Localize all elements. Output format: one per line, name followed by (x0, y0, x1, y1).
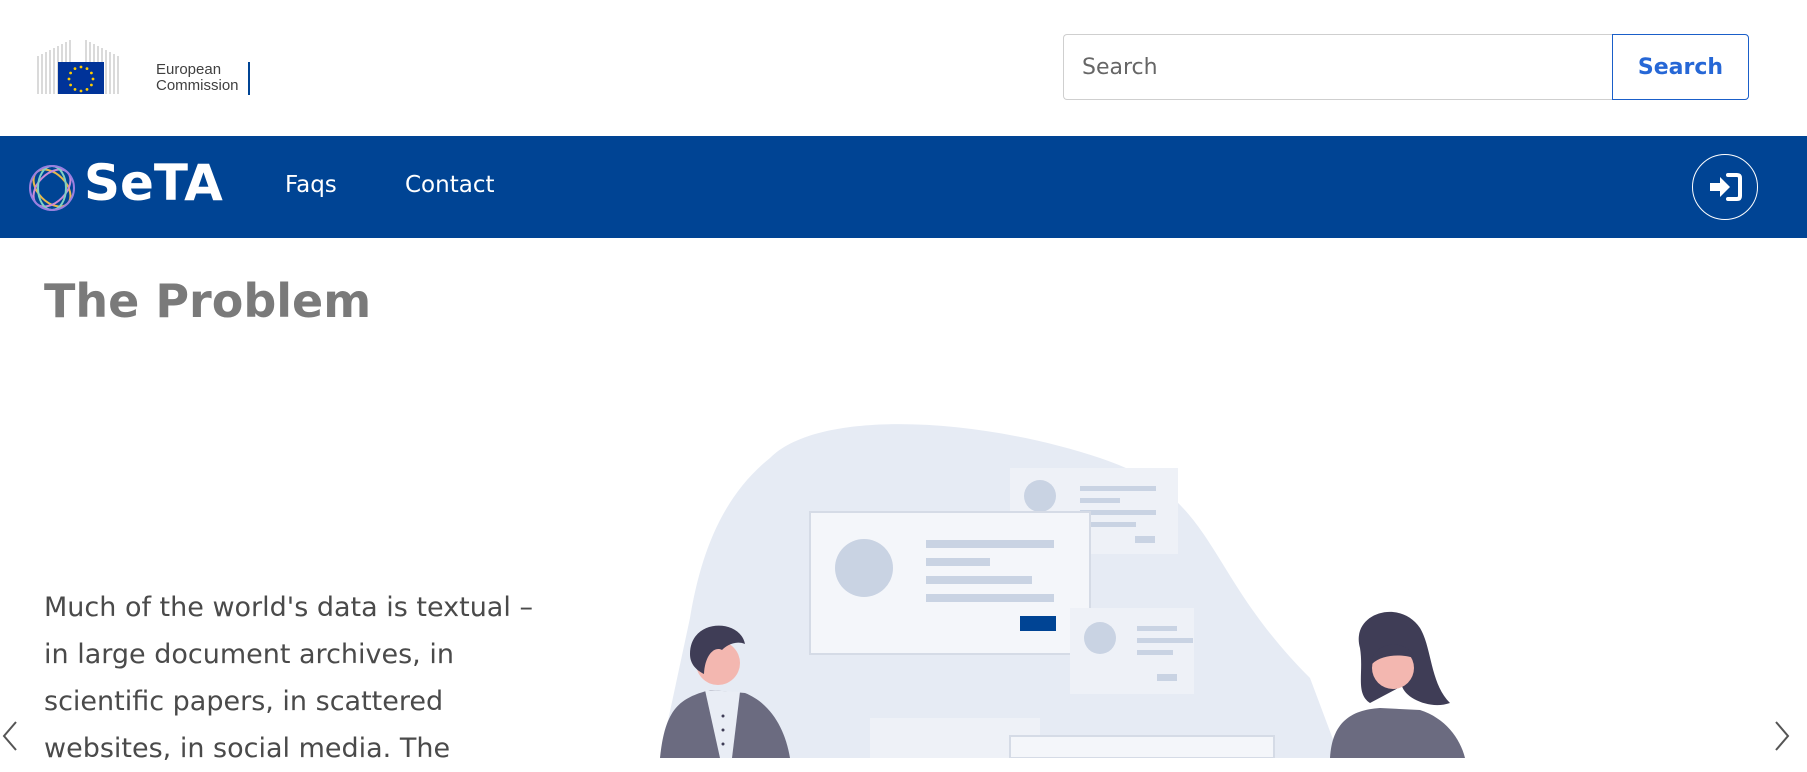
ec-logo-line2: Commission (156, 77, 239, 94)
chevron-right-icon[interactable] (1768, 714, 1792, 754)
login-button[interactable] (1692, 154, 1758, 220)
search-button[interactable]: Search (1612, 34, 1749, 100)
seta-logo-icon[interactable] (26, 162, 78, 214)
illustration-card-side (1070, 608, 1194, 694)
nav-link-faqs[interactable]: Faqs (285, 172, 337, 198)
sign-in-icon (1710, 173, 1742, 201)
illustration-card-lower-right (1009, 735, 1275, 758)
main-navbar: SeTA Faqs Contact (0, 136, 1807, 238)
carousel-slide: The Problem Much of the world's data is … (0, 238, 1807, 764)
ec-logo-divider (248, 62, 250, 95)
ec-logo-text: European Commission (156, 62, 239, 94)
search-form: Search (1063, 34, 1749, 100)
top-header: European Commission Search (0, 0, 1807, 136)
illustration-card-main (809, 511, 1091, 655)
app-name[interactable]: SeTA (84, 154, 223, 212)
search-input[interactable] (1063, 34, 1612, 100)
chevron-left-icon[interactable] (0, 714, 24, 754)
ec-emblem-icon (37, 40, 119, 94)
illustration-woman (1330, 611, 1465, 758)
european-commission-logo[interactable]: European Commission (36, 36, 256, 102)
nav-link-contact[interactable]: Contact (405, 172, 494, 198)
slide-text: Much of the world's data is textual – in… (44, 592, 533, 764)
slide-title: The Problem (44, 274, 372, 328)
collaboration-illustration (660, 424, 1465, 758)
ec-logo-line1: European (156, 61, 222, 78)
